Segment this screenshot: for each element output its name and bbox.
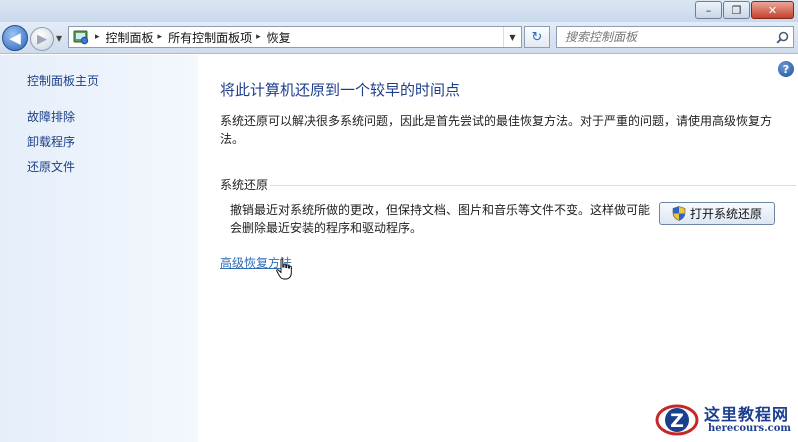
sidebar-link-troubleshooting[interactable]: 故障排除 [27, 108, 75, 125]
open-system-restore-button[interactable]: 打开系统还原 [659, 202, 775, 225]
sidebar-link-uninstall[interactable]: 卸载程序 [27, 133, 75, 150]
forward-button[interactable]: ▶ [30, 27, 54, 51]
address-history-dropdown[interactable]: ▼ [503, 27, 521, 47]
breadcrumb-recovery[interactable]: 恢复 [267, 29, 291, 46]
address-bar[interactable]: ▸ 控制面板 ▸ 所有控制面板项 ▸ 恢复 ▼ [68, 26, 522, 48]
help-icon[interactable]: ? [778, 61, 794, 77]
site-watermark: Z 这里教程网 herecours.com [652, 395, 798, 442]
open-system-restore-label: 打开系统还原 [689, 207, 762, 221]
system-restore-heading: 系统还原 [220, 176, 271, 193]
breadcrumb-all-items[interactable]: 所有控制面板项 [168, 29, 252, 46]
z-logo-icon: Z [654, 401, 700, 442]
svg-text:Z: Z [670, 410, 684, 432]
control-panel-icon [71, 28, 91, 46]
search-input[interactable] [557, 28, 771, 46]
page-title: 将此计算机还原到一个较早的时间点 [220, 81, 461, 99]
group-divider [270, 185, 796, 186]
breadcrumb-control-panel[interactable]: 控制面板 [106, 29, 154, 46]
search-box[interactable] [556, 26, 794, 48]
page-description: 系统还原可以解决很多系统问题，因此是首先尝试的最佳恢复方法。对于严重的问题，请使… [220, 114, 773, 146]
breadcrumb-separator[interactable]: ▸ [256, 32, 261, 42]
watermark-domain: herecours.com [708, 423, 792, 434]
uac-shield-icon [672, 206, 686, 221]
minimize-button[interactable]: – [695, 1, 722, 19]
search-icon[interactable] [771, 27, 793, 47]
watermark-title: 这里教程网 [704, 405, 790, 424]
window-controls: – ❐ ✕ [694, 1, 794, 19]
maximize-button[interactable]: ❐ [723, 1, 750, 19]
refresh-icon: ↻ [531, 29, 543, 45]
navigation-bar: ◀ ▶ ▼ ▸ 控制面板 ▸ 所有控制面板项 ▸ 恢复 ▼ ↻ [0, 22, 798, 54]
hand-cursor-icon [276, 258, 294, 283]
sidebar: 控制面板主页 故障排除 卸载程序 还原文件 [0, 55, 198, 442]
main-content: ? 将此计算机还原到一个较早的时间点 系统还原可以解决很多系统问题，因此是首先尝… [198, 55, 798, 442]
refresh-button[interactable]: ↻ [524, 26, 550, 48]
system-restore-description: 撤销最近对系统所做的更改，但保持文档、图片和音乐等文件不变。这样做可能会删除最近… [230, 203, 651, 235]
breadcrumb-separator[interactable]: ▸ [95, 32, 100, 42]
title-bar: – ❐ ✕ [0, 0, 798, 22]
breadcrumb-separator[interactable]: ▸ [158, 32, 163, 42]
back-button[interactable]: ◀ [2, 25, 28, 51]
close-button[interactable]: ✕ [751, 1, 794, 19]
recent-pages-dropdown[interactable]: ▼ [56, 34, 62, 43]
sidebar-link-home[interactable]: 控制面板主页 [27, 72, 99, 89]
sidebar-link-restore-files[interactable]: 还原文件 [27, 158, 75, 175]
